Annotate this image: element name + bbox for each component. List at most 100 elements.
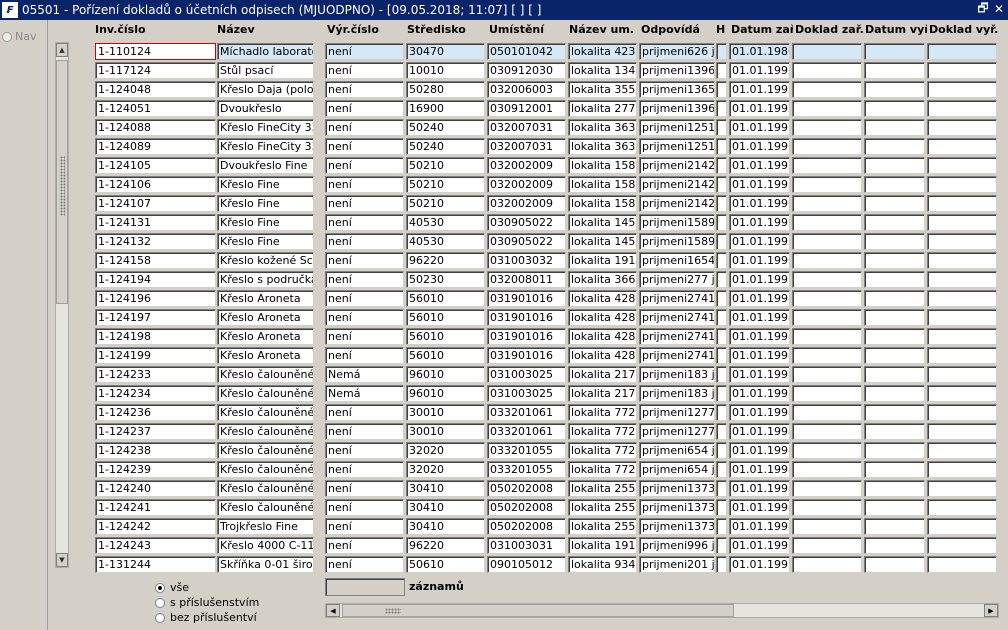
cell-doklad-vyr[interactable]: [927, 480, 997, 497]
close-icon[interactable]: ✕: [992, 2, 1006, 16]
cell-vyr-cislo[interactable]: není: [325, 195, 404, 212]
cell-stredisko[interactable]: 10010: [406, 62, 485, 79]
cell-datum-vyr[interactable]: [864, 309, 925, 326]
cell-vyr-cislo[interactable]: není: [325, 518, 404, 535]
cell-datum-vyr[interactable]: [864, 138, 925, 155]
nav-toggle[interactable]: Nav: [2, 30, 36, 43]
cell-nazev[interactable]: Křeslo čalouněné F: [217, 366, 314, 383]
cell-inv-cislo[interactable]: 1-124131: [95, 214, 216, 231]
cell-inv-cislo[interactable]: 1-124088: [95, 119, 216, 136]
cell-h[interactable]: [716, 442, 727, 459]
cell-datum-vyr[interactable]: [864, 442, 925, 459]
cell-umisteni[interactable]: 031901016: [487, 347, 566, 364]
cell-odpovida[interactable]: prijmeni996 jmeno: [639, 537, 715, 554]
cell-h[interactable]: [716, 461, 727, 478]
cell-doklad-zar[interactable]: [792, 518, 862, 535]
cell-stredisko[interactable]: 56010: [406, 347, 485, 364]
cell-nazev-um[interactable]: lokalita 7723: [568, 442, 637, 459]
cell-nazev[interactable]: Křeslo čalouněné F: [217, 499, 314, 516]
cell-doklad-zar[interactable]: [792, 157, 862, 174]
cell-inv-cislo[interactable]: 1-124240: [95, 480, 216, 497]
cell-inv-cislo[interactable]: 1-124243: [95, 537, 216, 554]
cell-datum-zar[interactable]: 01.01.1986: [729, 43, 790, 60]
scroll-left-icon[interactable]: ◀: [326, 604, 340, 617]
cell-doklad-zar[interactable]: [792, 347, 862, 364]
cell-odpovida[interactable]: prijmeni1373 jmeno: [639, 499, 715, 516]
cell-inv-cislo[interactable]: 1-124051: [95, 100, 216, 117]
cell-datum-vyr[interactable]: [864, 385, 925, 402]
cell-odpovida[interactable]: prijmeni2741 jmeno: [639, 309, 715, 326]
cell-nazev[interactable]: Křeslo Daja (polovin: [217, 81, 314, 98]
cell-vyr-cislo[interactable]: není: [325, 176, 404, 193]
cell-doklad-zar[interactable]: [792, 62, 862, 79]
cell-datum-zar[interactable]: 01.01.1997: [729, 271, 790, 288]
cell-umisteni[interactable]: 031901016: [487, 328, 566, 345]
cell-datum-zar[interactable]: 01.01.1992: [729, 81, 790, 98]
cell-doklad-vyr[interactable]: [927, 195, 997, 212]
cell-umisteni[interactable]: 032002009: [487, 176, 566, 193]
cell-vyr-cislo[interactable]: není: [325, 43, 404, 60]
cell-datum-zar[interactable]: 01.01.1992: [729, 100, 790, 117]
cell-nazev[interactable]: Míchadlo laboratorní: [217, 43, 314, 60]
vertical-scroll-thumb[interactable]: [56, 60, 68, 304]
scroll-up-icon[interactable]: ▲: [56, 43, 68, 57]
cell-doklad-vyr[interactable]: [927, 499, 997, 516]
cell-nazev-um[interactable]: lokalita 2175: [568, 366, 637, 383]
vertical-scrollbar[interactable]: ▲ ▼: [55, 42, 69, 568]
cell-vyr-cislo[interactable]: není: [325, 81, 404, 98]
cell-umisteni[interactable]: 050101042: [487, 43, 566, 60]
cell-datum-vyr[interactable]: [864, 214, 925, 231]
cell-odpovida[interactable]: prijmeni277 jmeno: [639, 271, 715, 288]
cell-nazev[interactable]: Dvoukřeslo: [217, 100, 314, 117]
cell-datum-zar[interactable]: 01.01.1995: [729, 119, 790, 136]
cell-odpovida[interactable]: prijmeni1589 jmeno: [639, 233, 715, 250]
cell-doklad-zar[interactable]: [792, 43, 862, 60]
cell-vyr-cislo[interactable]: není: [325, 157, 404, 174]
cell-doklad-vyr[interactable]: [927, 442, 997, 459]
cell-doklad-zar[interactable]: [792, 271, 862, 288]
scroll-right-icon[interactable]: ▶: [984, 604, 998, 617]
cell-datum-vyr[interactable]: [864, 518, 925, 535]
cell-nazev[interactable]: Křeslo Aroneta: [217, 290, 314, 307]
filter-option-with-accessories[interactable]: s příslušenstvím: [155, 595, 259, 610]
cell-nazev-um[interactable]: lokalita 9347: [568, 556, 637, 573]
cell-odpovida[interactable]: prijmeni1365 jmeno: [639, 81, 715, 98]
cell-nazev-um[interactable]: lokalita 3668: [568, 271, 637, 288]
cell-nazev[interactable]: Dvoukřeslo Fine: [217, 157, 314, 174]
cell-doklad-vyr[interactable]: [927, 119, 997, 136]
cell-umisteni[interactable]: 032006003: [487, 81, 566, 98]
cell-nazev[interactable]: Křeslo Fine: [217, 214, 314, 231]
cell-stredisko[interactable]: 32020: [406, 461, 485, 478]
cell-odpovida[interactable]: prijmeni2142 jmeno: [639, 176, 715, 193]
cell-nazev[interactable]: Křeslo kožené Scan: [217, 252, 314, 269]
cell-datum-zar[interactable]: 01.01.1998: [729, 309, 790, 326]
cell-h[interactable]: [716, 233, 727, 250]
cell-h[interactable]: [716, 214, 727, 231]
cell-odpovida[interactable]: prijmeni626 jmeno: [639, 43, 715, 60]
cell-inv-cislo[interactable]: 1-124242: [95, 518, 216, 535]
cell-odpovida[interactable]: prijmeni1589 jmeno: [639, 214, 715, 231]
cell-nazev[interactable]: Křeslo čalouněné O: [217, 461, 314, 478]
cell-h[interactable]: [716, 81, 727, 98]
cell-datum-zar[interactable]: 01.01.1995: [729, 195, 790, 212]
cell-datum-vyr[interactable]: [864, 195, 925, 212]
cell-doklad-vyr[interactable]: [927, 252, 997, 269]
cell-vyr-cislo[interactable]: není: [325, 423, 404, 440]
horizontal-scrollbar[interactable]: ◀ ▶: [325, 603, 999, 618]
cell-datum-vyr[interactable]: [864, 366, 925, 383]
cell-umisteni[interactable]: 030912030: [487, 62, 566, 79]
cell-stredisko[interactable]: 50210: [406, 176, 485, 193]
cell-odpovida[interactable]: prijmeni1396 jmeno: [639, 100, 715, 117]
cell-stredisko[interactable]: 50230: [406, 271, 485, 288]
cell-doklad-zar[interactable]: [792, 81, 862, 98]
filter-option-without-accessories[interactable]: bez příslušentví: [155, 610, 259, 625]
cell-inv-cislo[interactable]: 1-124107: [95, 195, 216, 212]
cell-odpovida[interactable]: prijmeni2741 jmeno: [639, 328, 715, 345]
cell-stredisko[interactable]: 16900: [406, 100, 485, 117]
cell-nazev[interactable]: Křeslo FineCity 33 č: [217, 119, 314, 136]
cell-datum-zar[interactable]: 01.01.1998: [729, 480, 790, 497]
cell-datum-zar[interactable]: 01.01.1995: [729, 233, 790, 250]
cell-nazev-um[interactable]: lokalita 3551: [568, 81, 637, 98]
cell-datum-zar[interactable]: 01.01.1998: [729, 442, 790, 459]
cell-datum-zar[interactable]: 01.01.1992: [729, 62, 790, 79]
